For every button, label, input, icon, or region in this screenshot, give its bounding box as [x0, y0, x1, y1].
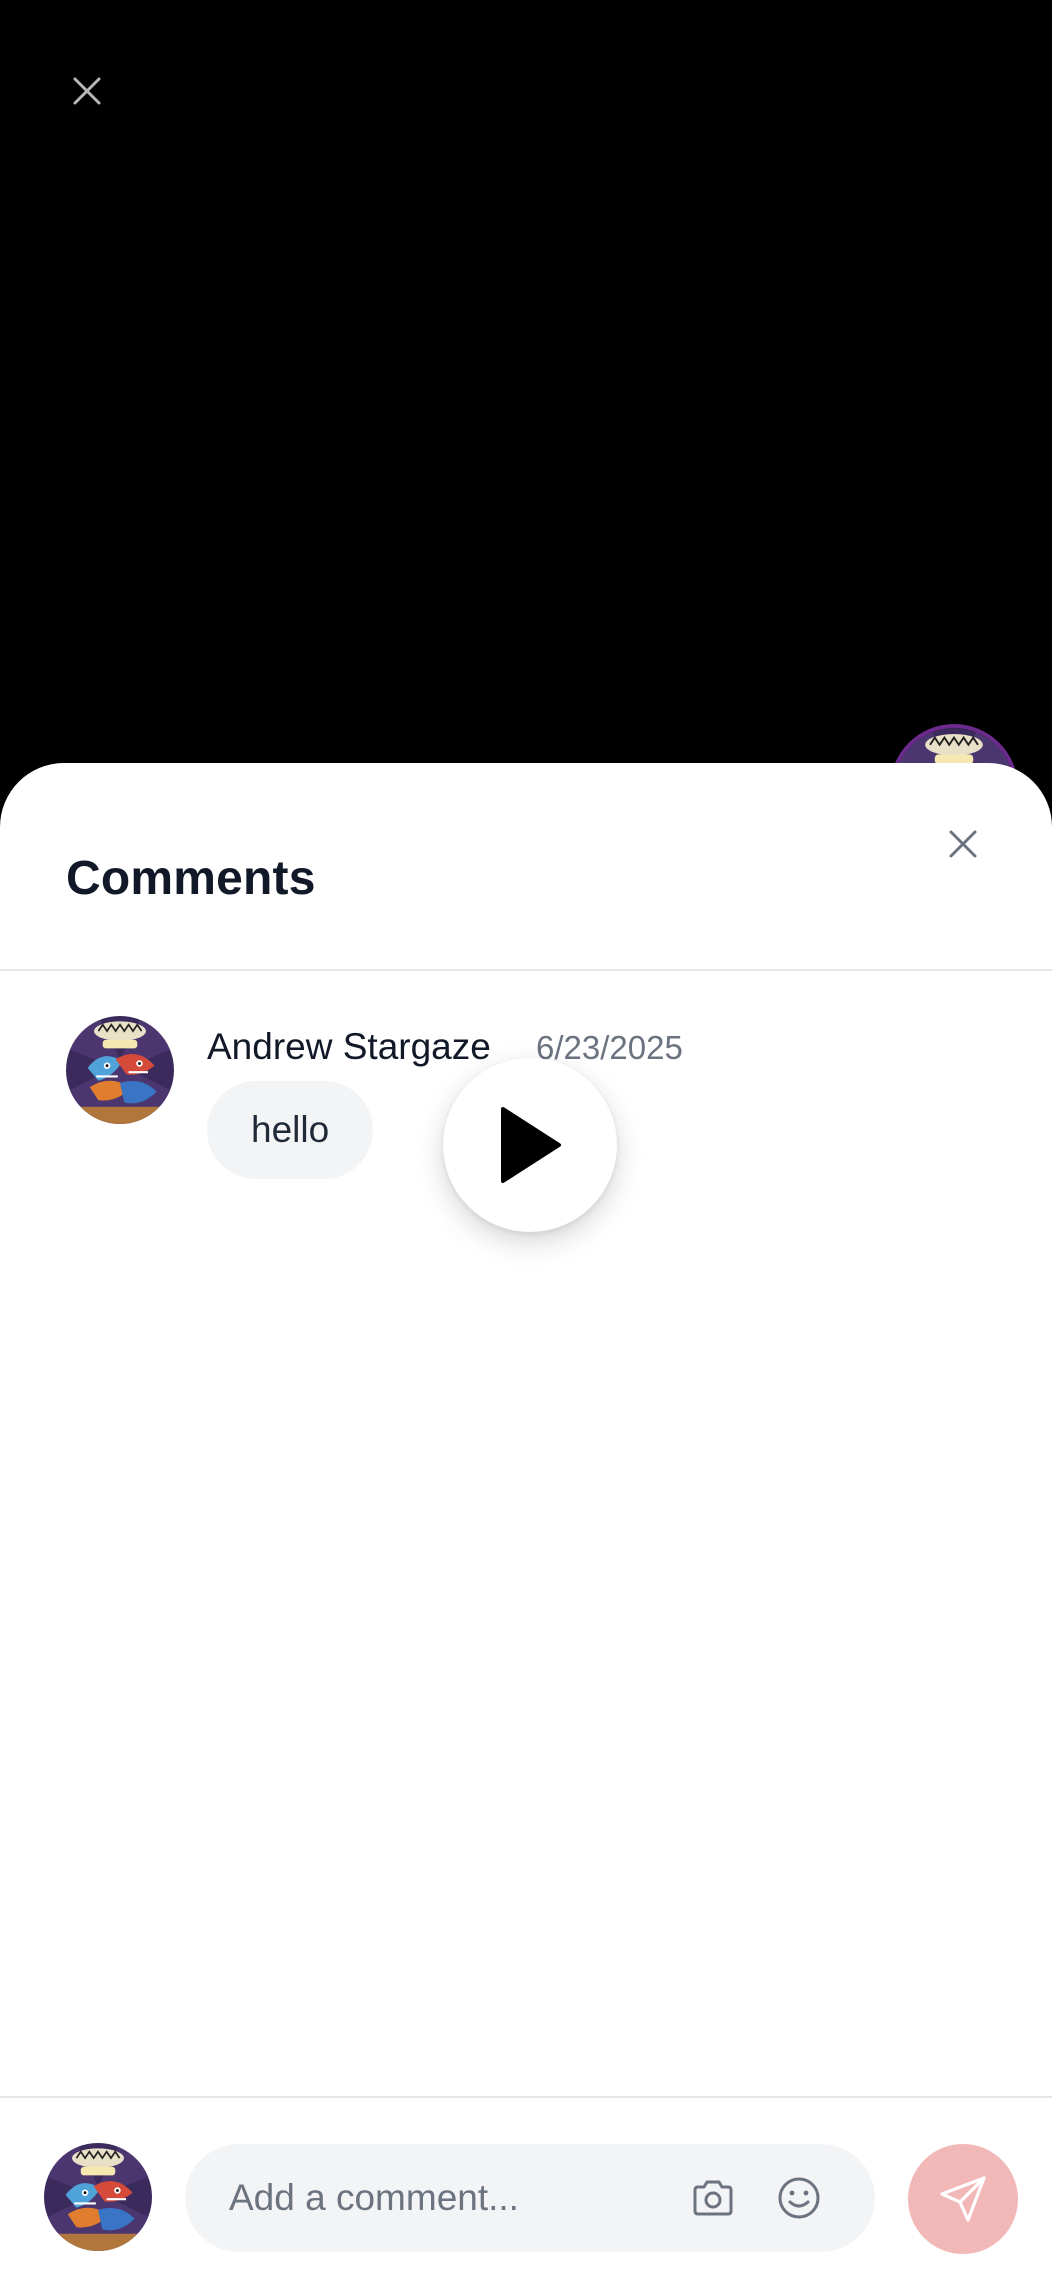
close-comments-button[interactable] [938, 819, 988, 869]
close-icon [949, 830, 977, 858]
current-user-avatar [44, 2143, 152, 2251]
comments-sheet: Comments Andrew Stargaze 6/23/2025 hello [0, 763, 1052, 2288]
comments-screen: Comments Andrew Stargaze 6/23/2025 hello [0, 0, 1052, 2288]
comment-text: hello [251, 1109, 330, 1150]
avatar[interactable] [66, 1016, 174, 1124]
shark-cartoon-avatar-icon [44, 2143, 152, 2251]
close-icon [73, 77, 101, 105]
camera-icon [693, 2180, 733, 2216]
send-icon [940, 2176, 986, 2222]
emoji-button[interactable] [775, 2174, 823, 2222]
sheet-header: Comments [0, 763, 1052, 971]
comment-bubble: hello [207, 1081, 374, 1179]
comment-date: 6/23/2025 [536, 1029, 683, 1066]
comment-author[interactable]: Andrew Stargaze [207, 1026, 491, 1068]
sheet-title: Comments [66, 852, 316, 905]
smiley-face-icon [778, 2177, 820, 2219]
comment-field [185, 2144, 875, 2252]
play-icon [501, 1107, 561, 1183]
play-button[interactable] [443, 1058, 617, 1232]
send-button[interactable] [908, 2144, 1018, 2254]
comment-input[interactable] [229, 2144, 659, 2252]
camera-button[interactable] [689, 2174, 737, 2222]
video-close-button[interactable] [62, 66, 112, 116]
comment-composer [0, 2096, 1052, 2288]
shark-cartoon-avatar-icon [66, 1016, 174, 1124]
